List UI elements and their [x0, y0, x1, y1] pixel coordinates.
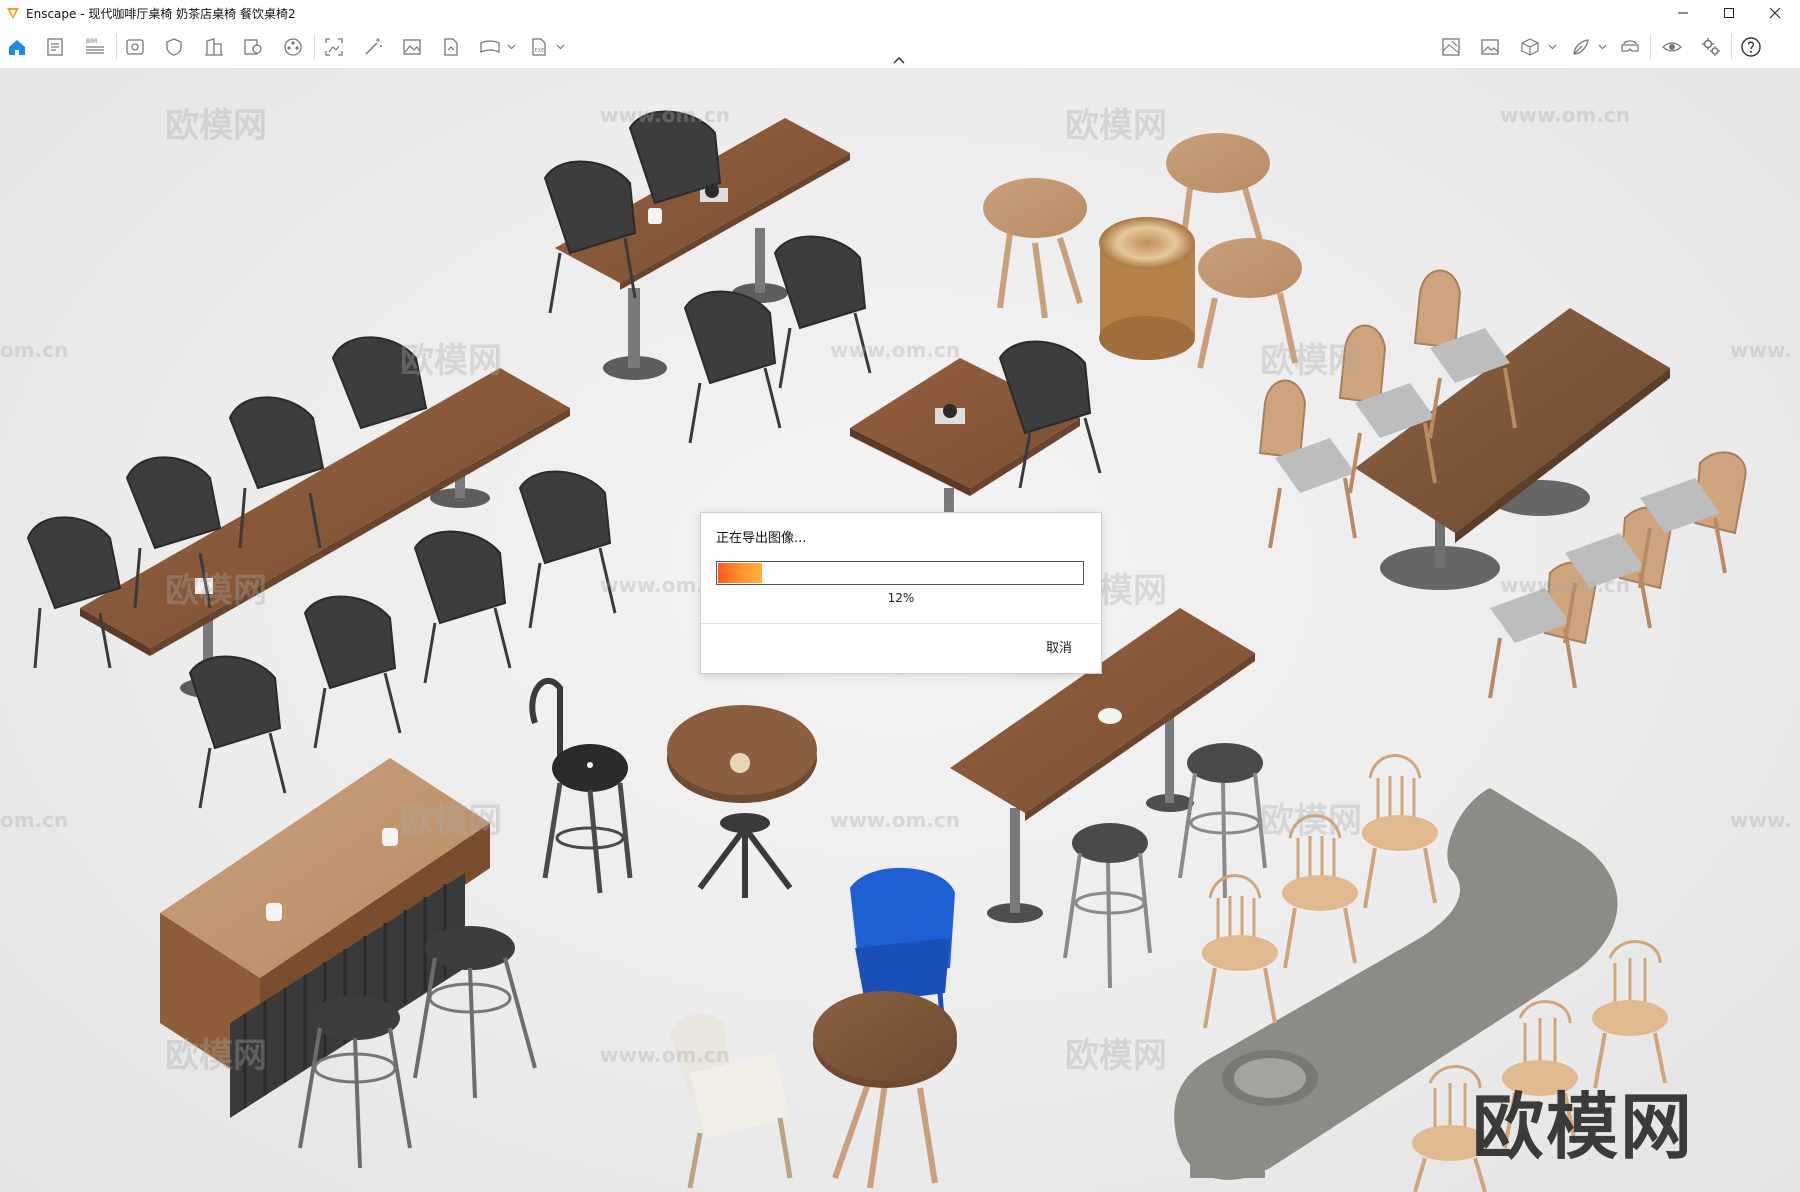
minimap-icon — [1442, 38, 1460, 56]
building-button[interactable] — [201, 34, 227, 60]
vr-headset-button[interactable] — [1617, 34, 1643, 60]
watermark-url-fragment: www. — [1730, 808, 1792, 832]
help-button[interactable] — [1738, 34, 1764, 60]
vr-headset-icon — [1621, 40, 1639, 52]
magic-wand-button[interactable] — [360, 34, 386, 60]
svg-text:EXE: EXE — [535, 48, 545, 54]
dialog-title: 正在导出图像... — [716, 531, 807, 546]
watermark-brand: 欧模网 — [1260, 341, 1362, 381]
collapse-toolbar-chevron-icon[interactable] — [891, 55, 907, 65]
exe-export-button[interactable]: EXE — [526, 34, 552, 60]
watermark-url: www.om.cn — [1500, 103, 1631, 127]
export-view-button[interactable] — [321, 34, 347, 60]
watermark-url-fragment: www. — [1730, 338, 1792, 362]
watermark-brand: 欧模网 — [1065, 1036, 1167, 1076]
watermark-brand: 欧模网 — [400, 341, 502, 381]
close-icon — [1769, 7, 1781, 19]
panorama-icon — [480, 40, 500, 53]
round-wood-table-center — [667, 705, 817, 898]
watermark-brand: 欧模网 — [1260, 801, 1362, 841]
visual-settings-icon — [126, 39, 144, 55]
watermark-url: www.om.cn — [600, 1043, 731, 1067]
watermark-url: www.om.cn — [830, 338, 961, 362]
chevron-down-icon[interactable] — [507, 42, 516, 51]
asset-library-icon — [244, 39, 262, 55]
black-round-stool — [529, 678, 633, 894]
toolbar-divider — [1650, 34, 1651, 60]
paint-icon — [1573, 39, 1589, 55]
shield-icon — [166, 38, 182, 56]
enscape-logo-icon — [7, 8, 19, 19]
watermark-brand-large: 欧模网 — [1472, 1085, 1695, 1169]
minimize-button[interactable] — [1660, 0, 1706, 26]
chevron-down-icon[interactable] — [1598, 42, 1607, 51]
watermark-brand: 欧模网 — [400, 801, 502, 841]
export-progress-dialog: 正在导出图像... 12% 取消 — [700, 512, 1102, 674]
watermark-url-fragment: om.cn — [0, 338, 69, 362]
title-bar: Enscape - 现代咖啡厅桌椅 奶茶店桌椅 餐饮桌椅2 — [0, 0, 1800, 26]
home-icon — [9, 40, 25, 55]
dialog-divider — [701, 623, 1101, 624]
gallery-icon — [1481, 39, 1499, 55]
white-chair — [670, 1013, 793, 1189]
watermark-url: www.om.cn — [1500, 573, 1631, 597]
panorama-button[interactable] — [477, 34, 503, 60]
chevron-down-icon[interactable] — [556, 42, 565, 51]
image-icon — [403, 39, 421, 55]
progress-percent: 12% — [887, 591, 915, 605]
eye-icon — [1662, 42, 1682, 52]
watermark-url: www.om.cn — [830, 808, 961, 832]
watermark-brand: 欧模网 — [1065, 106, 1167, 146]
watermark-url-fragment: om.cn — [0, 808, 69, 832]
maximize-button[interactable] — [1706, 0, 1752, 26]
file-export-icon — [444, 38, 458, 56]
maximize-icon — [1724, 8, 1734, 18]
view-mode-button[interactable] — [1659, 34, 1685, 60]
exe-export-icon: EXE — [532, 38, 546, 56]
film-reel-icon — [284, 38, 302, 56]
visual-settings-button[interactable] — [122, 34, 148, 60]
toolbar-divider — [1731, 34, 1732, 60]
gallery-button[interactable] — [1477, 34, 1503, 60]
material-editor-button[interactable] — [1568, 34, 1594, 60]
cancel-button[interactable]: 取消 — [1031, 637, 1087, 661]
home-button[interactable] — [4, 34, 30, 60]
chevron-down-icon[interactable] — [1548, 42, 1557, 51]
shield-button[interactable] — [161, 34, 187, 60]
settings-icon — [1702, 38, 1720, 56]
watermark-brand: 欧模网 — [165, 106, 267, 146]
document-button[interactable] — [42, 34, 68, 60]
light-round-table — [813, 991, 957, 1189]
document-icon — [47, 38, 63, 56]
close-button[interactable] — [1752, 0, 1798, 26]
watermark-url: www.om.cn — [600, 103, 731, 127]
round-tables-top — [983, 133, 1302, 369]
bim-icon: BIM — [86, 38, 104, 54]
progress-bar — [716, 561, 1084, 585]
watermark-brand: 欧模网 — [165, 571, 267, 611]
toolbar-divider — [314, 34, 315, 60]
bim-button[interactable]: BIM — [82, 34, 108, 60]
cube-view-icon — [1521, 38, 1539, 56]
magic-wand-icon — [365, 38, 382, 55]
progress-bar-fill — [718, 563, 762, 583]
minimap-button[interactable] — [1438, 34, 1464, 60]
video-editor-button[interactable] — [280, 34, 306, 60]
building-icon — [205, 38, 223, 56]
toolbar-divider — [116, 34, 117, 60]
cube-view-button[interactable] — [1517, 34, 1543, 60]
asset-library-button[interactable] — [240, 34, 266, 60]
window-title: Enscape - 现代咖啡厅桌椅 奶茶店桌椅 餐饮桌椅2 — [26, 7, 296, 21]
watermark-brand: 欧模网 — [165, 1036, 267, 1076]
export-view-icon — [325, 38, 343, 56]
svg-text:BIM: BIM — [86, 38, 97, 45]
screenshot-button[interactable] — [399, 34, 425, 60]
minimize-icon — [1678, 12, 1688, 14]
help-icon — [1741, 37, 1761, 57]
settings-button[interactable] — [1698, 34, 1724, 60]
file-export-button[interactable] — [438, 34, 464, 60]
